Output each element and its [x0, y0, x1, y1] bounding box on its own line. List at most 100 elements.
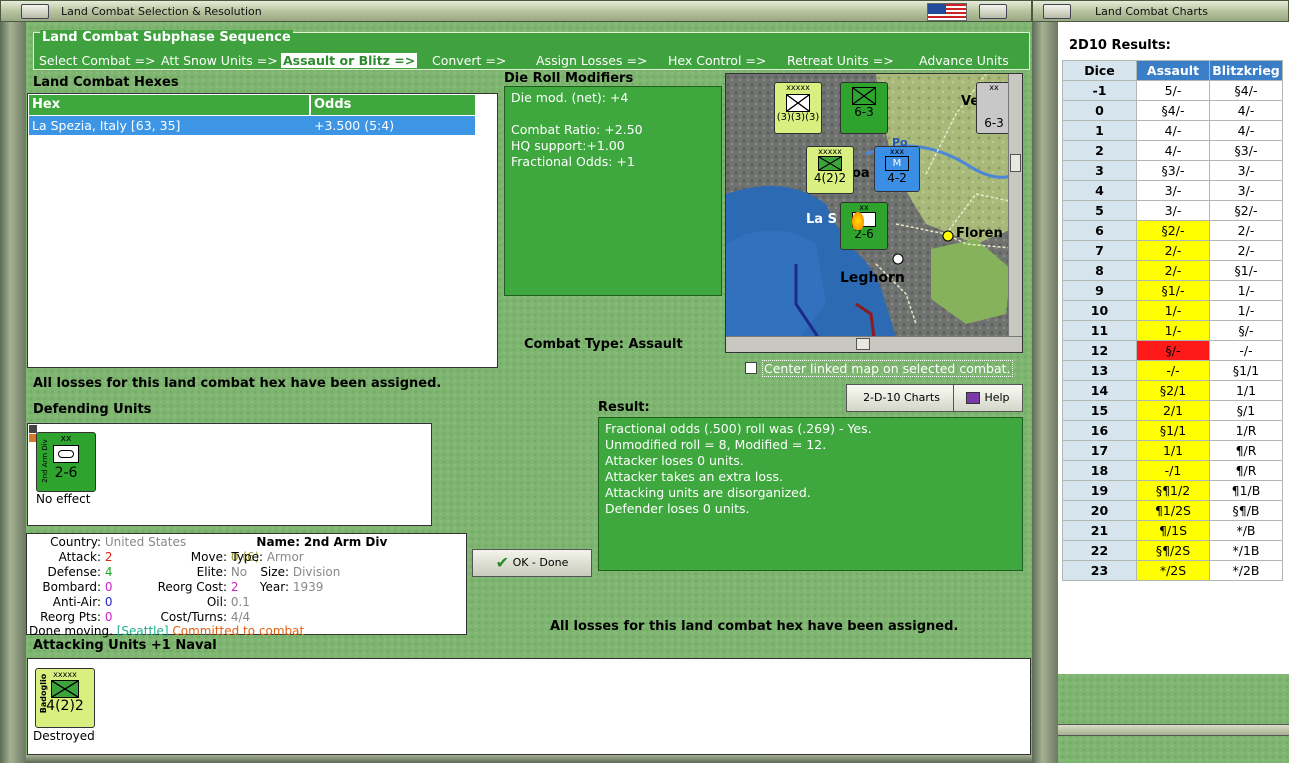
map-unit-marine[interactable]: xxx M 4-2 [874, 146, 920, 192]
results-table: Dice Assault Blitzkrieg -1 5/- §4/- 0 §4/- 4/… [1062, 60, 1283, 581]
defense-value: 4 [104, 565, 113, 579]
vscroll-thumb[interactable] [1010, 154, 1021, 172]
step-assign-losses[interactable]: Assign Losses => [536, 53, 647, 68]
result-line-1: Fractional odds (.500) roll was (.269) -… [605, 421, 872, 436]
armor-icon-def [53, 445, 79, 463]
reorgpts-key: Reorg Pts: [40, 610, 101, 624]
map-unit-badoglio-str: 4(2)2 [813, 171, 847, 185]
step-hex-control[interactable]: Hex Control => [668, 53, 766, 68]
charts-window-menu-button[interactable] [1043, 4, 1071, 19]
chart-header-assault: Assault [1136, 60, 1210, 81]
chart-assault-cell: 1/- [1136, 320, 1210, 341]
map-unit-marine-type: xxx [889, 147, 905, 156]
step-select-combat[interactable]: Select Combat => [39, 53, 156, 68]
left-frame [0, 22, 26, 763]
map-unit-badoglio[interactable]: xxxxx 4(2)2 [806, 146, 854, 194]
chart-assault-cell: 3/- [1136, 180, 1210, 201]
chart-row: 22 §¶/2S */1B [1062, 540, 1283, 561]
def-unit-side: 2nd Arm Div [40, 439, 49, 483]
step-assault-or-blitz[interactable]: Assault or Blitz => [281, 53, 418, 68]
map-vscroll[interactable] [1008, 74, 1022, 338]
map-unit-marine-str: 4-2 [887, 171, 907, 185]
chart-dice-cell: -1 [1062, 80, 1137, 101]
chart-blitz-cell: 1/1 [1209, 380, 1283, 401]
map-unit-north-str: 6-3 [854, 105, 874, 119]
country-key: Country: [50, 535, 101, 549]
result-line-2: Unmodified roll = 8, Modified = 12. [605, 437, 827, 452]
step-convert[interactable]: Convert => [432, 53, 506, 68]
attack-value: 2 [104, 550, 113, 564]
ok-label: OK - Done [512, 556, 569, 569]
oil-key: Oil: [206, 595, 227, 609]
chart-assault-cell: 2/- [1136, 240, 1210, 261]
center-map-checkbox[interactable] [745, 362, 757, 374]
chart-row: 13 -/- §1/1 [1062, 360, 1283, 381]
step-advance-units[interactable]: Advance Units [919, 53, 1009, 68]
chart-dice-cell: 8 [1062, 260, 1137, 281]
map-unit-east-str: 6-3 [984, 116, 1004, 130]
att-unit-status: Destroyed [33, 729, 95, 743]
map-label-florence: Floren [956, 226, 1003, 241]
ok-done-button[interactable]: ✔ OK - Done [472, 549, 592, 577]
attacking-label: Attacking Units +1 Naval [33, 638, 217, 653]
size-key: Size: [260, 565, 289, 579]
map-unit-armor[interactable]: xx 2-6 [840, 202, 888, 250]
col-odds-header[interactable]: Odds [311, 95, 475, 115]
charts-button[interactable]: 2-D-10 Charts [846, 384, 957, 412]
chart-row: 6 §2/- 2/- [1062, 220, 1283, 241]
reorgpts-value: 0 [104, 610, 113, 624]
chart-dice-cell: 6 [1062, 220, 1137, 241]
chart-assault-cell: 5/- [1136, 80, 1210, 101]
combat-type: Combat Type: Assault [524, 337, 683, 352]
chart-blitz-cell: 2/- [1209, 220, 1283, 241]
step-att-snow-units[interactable]: Att Snow Units => [161, 53, 278, 68]
chart-row: 16 §1/1 1/R [1062, 420, 1283, 441]
result-line-5: Attacking units are disorganized. [605, 485, 811, 500]
attacking-unit-counter[interactable]: xxxxx Badoglio 4(2)2 [35, 668, 95, 728]
chart-blitz-cell: §/1 [1209, 400, 1283, 421]
chart-assault-cell: 2/- [1136, 260, 1210, 281]
combat-fire-icon [852, 212, 864, 230]
hexes-label: Land Combat Hexes [33, 75, 179, 90]
def-unit-marker [29, 425, 37, 433]
chart-row: 9 §1/- 1/- [1062, 280, 1283, 301]
main-titlebar: Land Combat Selection & Resolution [0, 0, 1032, 22]
status-committed: Committed to combat [172, 624, 305, 638]
us-flag-icon [927, 3, 967, 21]
chart-assault-cell: §¶1/2 [1136, 480, 1210, 501]
chart-dice-cell: 3 [1062, 160, 1137, 181]
map-unit-north[interactable]: 6-3 [840, 82, 888, 134]
result-panel: Fractional odds (.500) roll was (.269) -… [598, 417, 1023, 571]
chart-row: 19 §¶1/2 ¶1/B [1062, 480, 1283, 501]
chart-dice-cell: 17 [1062, 440, 1137, 461]
minimize-button[interactable] [979, 4, 1007, 19]
col-hex-header[interactable]: Hex [29, 95, 311, 115]
charts-scroll-track[interactable] [1058, 724, 1289, 736]
hex-row-selected[interactable]: La Spezia, Italy [63, 35] +3.500 (5:4) [29, 116, 475, 135]
mod-line-net: Die mod. (net): +4 [511, 90, 629, 105]
bombard-value: 0 [104, 580, 113, 594]
hscroll-thumb[interactable] [856, 338, 870, 350]
chart-blitz-cell: 4/- [1209, 120, 1283, 141]
window-menu-button[interactable] [21, 4, 49, 19]
step-retreat-units[interactable]: Retreat Units => [787, 53, 894, 68]
chart-row: 2 4/- §3/- [1062, 140, 1283, 161]
map-unit-army-type: xxxxx [786, 83, 810, 92]
chart-blitz-cell: 3/- [1209, 160, 1283, 181]
help-button[interactable]: Help [953, 384, 1023, 412]
map-unit-army[interactable]: xxxxx (3)(3)(3) [774, 82, 822, 134]
chart-dice-cell: 12 [1062, 340, 1137, 361]
chart-row: 18 -/1 ¶/R [1062, 460, 1283, 481]
infantry-icon-3 [786, 94, 810, 112]
infantry-icon [818, 156, 842, 171]
defending-unit-counter[interactable]: xx 2nd Arm Div 2-6 [36, 432, 96, 492]
check-icon: ✔ [495, 553, 510, 572]
linked-map[interactable]: La S Floren Leghorn Ve Po oa xxxxx 4(2)2… [725, 73, 1023, 353]
map-hscroll[interactable] [726, 336, 1022, 352]
chart-header-dice: Dice [1062, 60, 1137, 81]
map-unit-east[interactable]: xx 6-3 [976, 82, 1012, 134]
result-line-6: Defender loses 0 units. [605, 501, 750, 516]
chart-dice-cell: 23 [1062, 560, 1137, 581]
chart-blitz-cell: */2B [1209, 560, 1283, 581]
center-map-label[interactable]: Center linked map on selected combat. [762, 360, 1013, 377]
